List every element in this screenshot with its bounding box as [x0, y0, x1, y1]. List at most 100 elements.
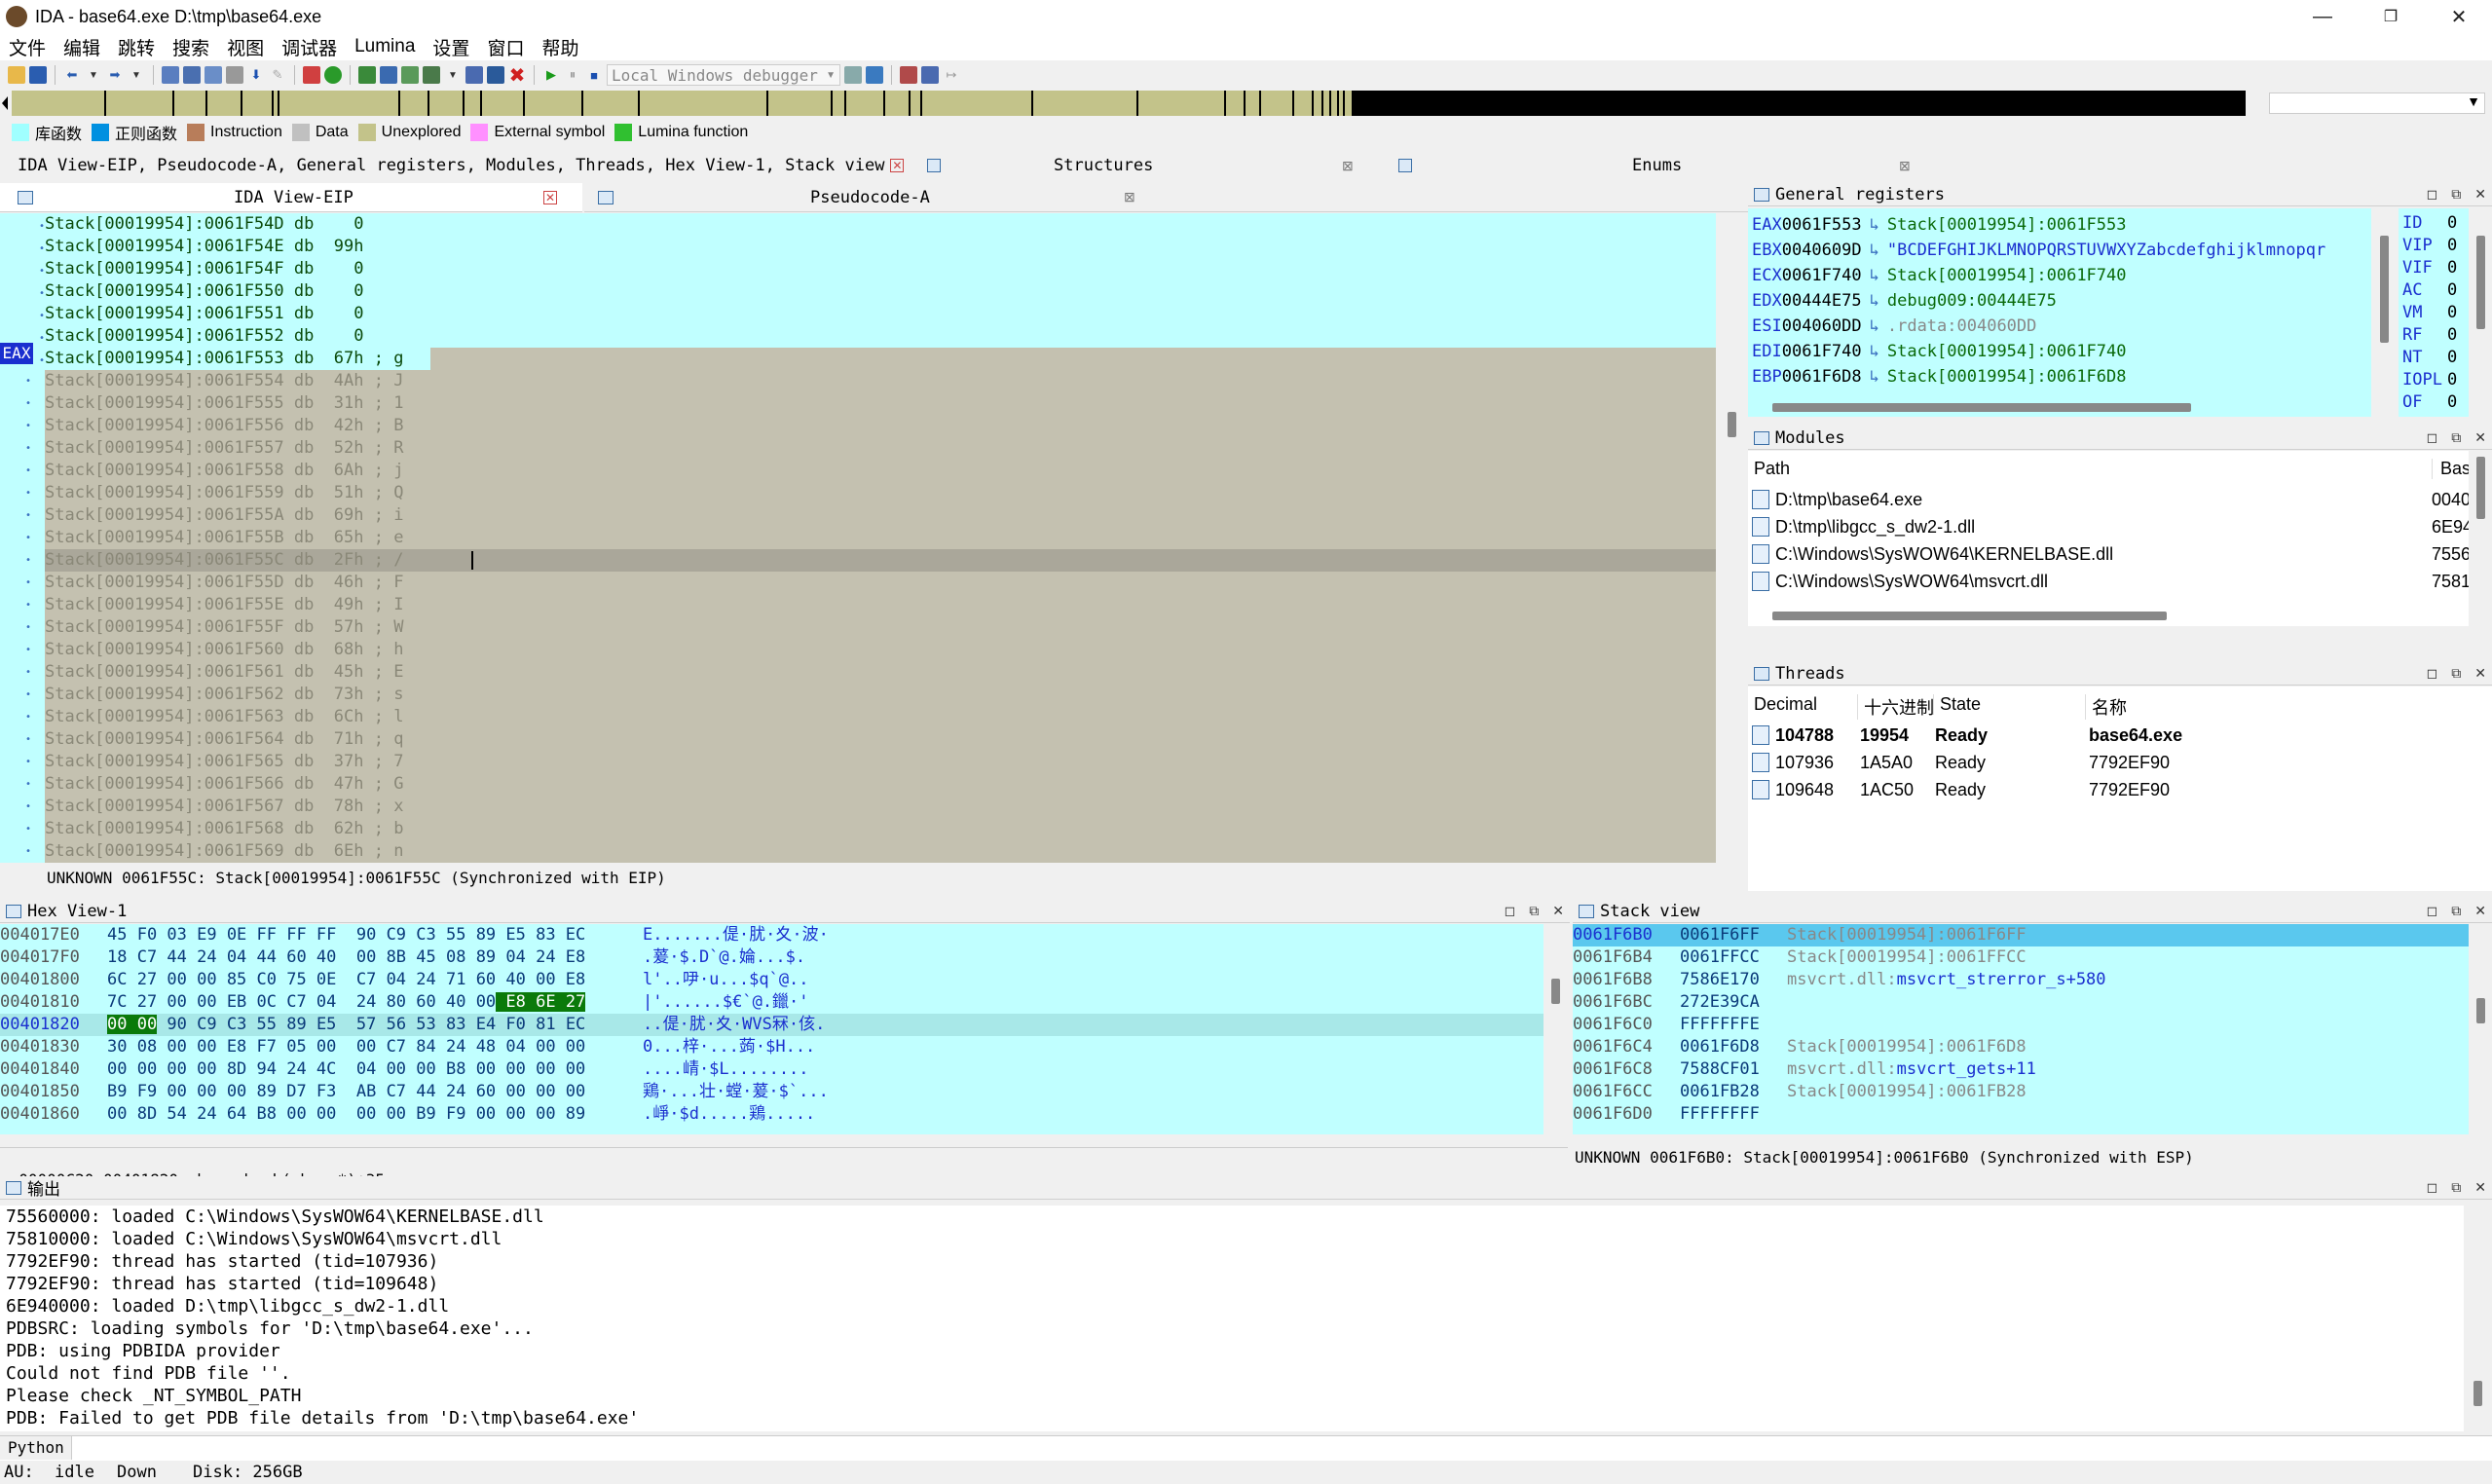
step-over-icon[interactable] [921, 66, 939, 84]
close-icon[interactable]: ✕ [890, 159, 905, 172]
stack-value[interactable]: 7586E170 [1680, 969, 1787, 991]
disasm-line[interactable]: • Stack[00019954]:0061F563 db 6Ch ; l [25, 706, 1716, 728]
close-icon[interactable]: ✕ [2474, 429, 2486, 446]
stack-row[interactable]: 0061F6B8 7586E170 msvcrt.dll:msvcrt_strerr… [1573, 969, 2469, 991]
disasm-line[interactable]: •Stack[00019954]:0061F550 db 0 [0, 280, 1716, 303]
stack-row[interactable]: 0061F6BC 272E39CA [1573, 991, 2469, 1014]
registers-pane[interactable]: EAX0061F553 ↳ Stack[00019954]:0061F553 EBX0… [1748, 208, 2371, 417]
register-row[interactable]: ECX0061F740 ↳ Stack[00019954]:0061F740 [1748, 263, 2371, 288]
hex-row[interactable]: 00401830 30 08 00 00 E8 F7 05 00 00 C7 84… [0, 1036, 1544, 1058]
disasm-line[interactable]: • Stack[00019954]:0061F560 db 68h ; h [25, 639, 1716, 661]
register-row[interactable]: EDX00444E75 ↳ debug009:00444E75 [1748, 288, 2371, 314]
stack-row[interactable]: 0061F6B4 0061FFCC Stack[00019954]:0061FFCC [1573, 946, 2469, 969]
modules-hscrollbar[interactable] [1772, 612, 2167, 620]
stack-row[interactable]: 0061F6CC 0061FB28 Stack[00019954]:0061FB28 [1573, 1081, 2469, 1103]
output-scrollbar[interactable] [2464, 1206, 2492, 1431]
start-icon[interactable]: ▶ [542, 66, 560, 84]
flags-scrollbar[interactable] [2469, 208, 2492, 417]
disasm-line[interactable]: • Stack[00019954]:0061F55A db 69h ; i [25, 504, 1716, 527]
menu-lumina[interactable]: Lumina [346, 36, 424, 57]
register-value[interactable]: 0040609D [1782, 241, 1862, 260]
chevron-down-icon[interactable]: ▼ [85, 66, 102, 84]
close-icon[interactable]: ⊠ [1899, 158, 1911, 174]
disasm-line[interactable]: • Stack[00019954]:0061F567 db 78h ; x [25, 796, 1716, 818]
stack-value[interactable]: 0061FFCC [1680, 946, 1787, 969]
undefine-icon[interactable] [226, 66, 243, 84]
restore-icon[interactable]: ◻ [2427, 429, 2438, 446]
hex-row[interactable]: 00401840 00 00 00 00 8D 94 24 4C 04 00 00… [0, 1058, 1544, 1081]
stack-value[interactable]: FFFFFFFF [1680, 1103, 1787, 1126]
hex-row[interactable]: 00401850 B9 F9 00 00 00 89 D7 F3 AB C7 44… [0, 1081, 1544, 1103]
jump-arrow-icon[interactable]: ↳ [1862, 266, 1887, 285]
flag-value[interactable]: 0 [2447, 235, 2457, 257]
stack-function[interactable]: msvcrt_strerror_s+580 [1897, 970, 2106, 989]
hex-row[interactable]: 004017F0 18 C7 44 24 04 44 60 40 00 8B 45… [0, 946, 1544, 969]
run-to-cursor-icon[interactable]: ↦ [943, 66, 960, 84]
disasm-line[interactable]: • Stack[00019954]:0061F561 db 45h ; E [25, 661, 1716, 684]
close-icon[interactable]: ✕ [2474, 665, 2486, 682]
flag-value[interactable]: 0 [2447, 257, 2457, 279]
close-icon[interactable]: ⊠ [1342, 158, 1354, 174]
register-value[interactable]: 0061F6D8 [1782, 367, 1862, 387]
disasm-line[interactable]: • Stack[00019954]:0061F558 db 6Ah ; j [25, 460, 1716, 482]
step-into-icon[interactable] [900, 66, 917, 84]
col-decimal[interactable]: Decimal [1754, 694, 1817, 715]
tab-pseudocode-a[interactable]: Pseudocode-A ⊠ [584, 183, 1748, 212]
text-icon[interactable]: ✎ [269, 66, 286, 84]
float-icon[interactable]: ⧉ [2451, 429, 2461, 446]
chevron-down-icon[interactable]: ▼ [444, 66, 462, 84]
stack-value[interactable]: 7588CF01 [1680, 1058, 1787, 1081]
disasm-line[interactable]: •Stack[00019954]:0061F54E db 99h [0, 236, 1716, 258]
disasm-line[interactable]: • Stack[00019954]:0061F568 db 62h ; b [25, 818, 1716, 840]
modules-list[interactable]: Path Base D:\tmp\base64.exe00400000D:\tm… [1748, 451, 2469, 626]
navigation-band[interactable] [8, 91, 2250, 116]
restore-icon[interactable]: ◻ [2427, 1179, 2438, 1196]
lumina-icon[interactable] [324, 66, 342, 84]
register-row[interactable]: EDI0061F740 ↳ Stack[00019954]:0061F740 [1748, 339, 2371, 364]
disasm-line[interactable]: • Stack[00019954]:0061F557 db 52h ; R [25, 437, 1716, 460]
disasm-line[interactable]: • Stack[00019954]:0061F555 db 31h ; 1 [25, 392, 1716, 415]
stack-value[interactable]: 0061F6D8 [1680, 1036, 1787, 1058]
flag-value[interactable]: 0 [2447, 279, 2457, 302]
disasm-line[interactable]: • Stack[00019954]:0061F55B db 65h ; e [25, 527, 1716, 549]
threads-list[interactable]: Decimal 十六进制 State 名称 104788 19954 Ready ba… [1748, 686, 2492, 891]
stack-row[interactable]: 0061F6D0 FFFFFFFF [1573, 1103, 2469, 1126]
col-base[interactable]: Base [2432, 458, 2469, 479]
flag-value[interactable]: 0 [2447, 347, 2457, 369]
tab-ida-view-eip[interactable]: IDA View-EIP ✕ [0, 183, 582, 212]
register-row[interactable]: EAX0061F553 ↳ Stack[00019954]:0061F553 [1748, 212, 2371, 238]
menu-file[interactable]: 文件 [0, 34, 55, 60]
disasm-line[interactable]: • Stack[00019954]:0061F55F db 57h ; W [25, 616, 1716, 639]
open-icon[interactable] [8, 66, 25, 84]
disasm-line[interactable]: •Stack[00019954]:0061F553 db 67h ; g [0, 348, 1716, 370]
jump-arrow-icon[interactable]: ↳ [1862, 342, 1887, 361]
tab-main[interactable]: IDA View-EIP, Pseudocode-A, General regi… [0, 156, 884, 175]
disasm-line[interactable]: • Stack[00019954]:0061F562 db 73h ; s [25, 684, 1716, 706]
code-icon[interactable] [183, 66, 201, 84]
plugin-icon[interactable] [401, 66, 419, 84]
flag-value[interactable]: 0 [2447, 324, 2457, 347]
menu-search[interactable]: 搜索 [164, 34, 218, 60]
minimize-button[interactable]: — [2288, 0, 2357, 33]
float-icon[interactable]: ⧉ [2451, 186, 2461, 203]
stack-value[interactable]: 0061FB28 [1680, 1081, 1787, 1103]
float-icon[interactable]: ⧉ [1529, 903, 1539, 919]
register-value[interactable]: 004060DD [1782, 316, 1862, 336]
jump-arrow-icon[interactable]: ↳ [1862, 241, 1887, 260]
disasm-line[interactable]: • Stack[00019954]:0061F569 db 6Eh ; n [25, 840, 1716, 863]
module-row[interactable]: C:\Windows\SysWOW64\msvcrt.dll 75810000 [1748, 568, 2469, 595]
col-name[interactable]: 名称 [2085, 694, 2127, 720]
module-row[interactable]: D:\tmp\libgcc_s_dw2-1.dll 6E940000 [1748, 513, 2469, 540]
script-icon[interactable] [423, 66, 440, 84]
tab-enums[interactable]: Enums [1632, 156, 1682, 175]
flag-row[interactable]: ID 0 [2402, 212, 2469, 235]
trace-icon[interactable] [487, 66, 504, 84]
export-icon[interactable] [380, 66, 397, 84]
binary-icon[interactable] [162, 66, 179, 84]
module-row[interactable]: C:\Windows\SysWOW64\KERNELBASE.dll 755600… [1748, 540, 2469, 568]
python-lang-button[interactable]: Python [0, 1436, 72, 1460]
chevron-down-icon[interactable]: ▼ [128, 66, 145, 84]
hex-row[interactable]: 00401810 7C 27 00 00 EB 0C C7 04 24 80 60… [0, 991, 1544, 1014]
restore-icon[interactable]: ◻ [2427, 903, 2438, 919]
thread-row[interactable]: 104788 19954 Ready base64.exe [1748, 722, 2492, 749]
